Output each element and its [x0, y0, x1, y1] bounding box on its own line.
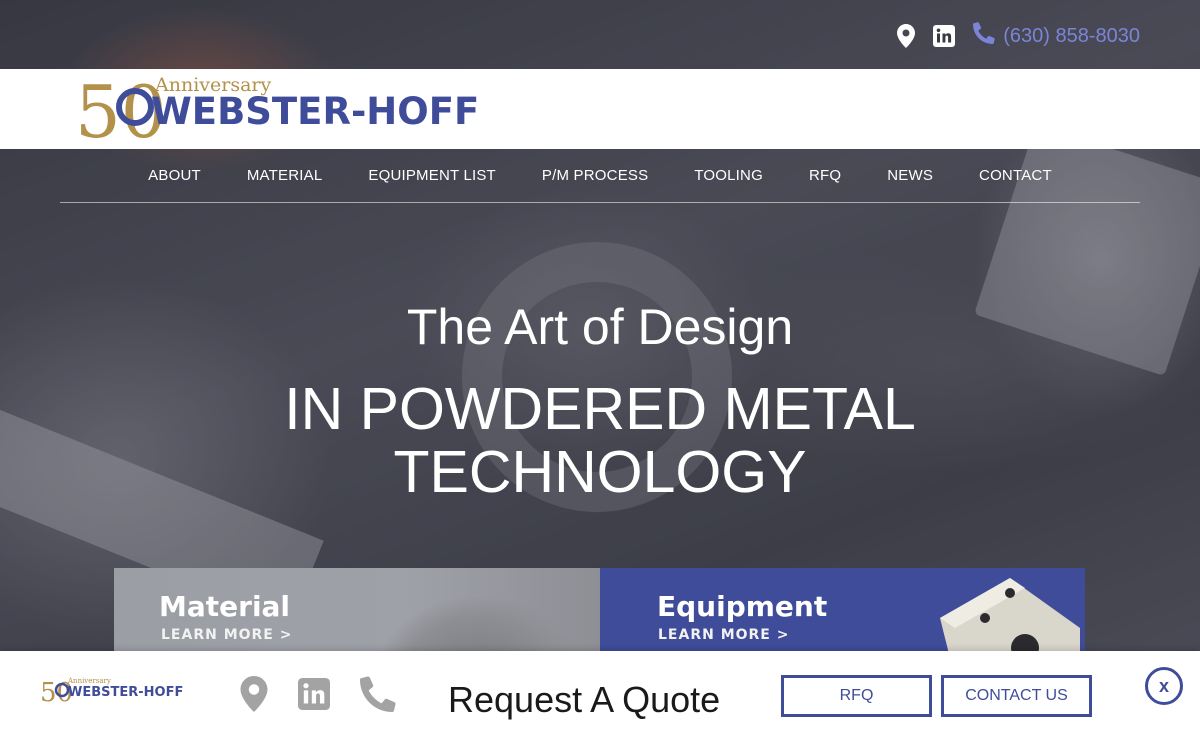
svg-text:Anniversary: Anniversary	[67, 677, 111, 685]
request-quote-text: Request A Quote	[448, 679, 721, 720]
nav-item-pm-process[interactable]: P/M PROCESS	[542, 167, 648, 184]
nav-item-rfq[interactable]: RFQ	[809, 167, 841, 184]
rfq-button[interactable]: RFQ	[781, 675, 932, 717]
close-icon[interactable]: x	[1145, 667, 1183, 705]
sticky-icons	[240, 676, 396, 717]
contact-us-button[interactable]: CONTACT US	[941, 675, 1092, 717]
phone-icon[interactable]	[360, 676, 396, 717]
nav-item-tooling[interactable]: TOOLING	[694, 167, 763, 184]
material-learn-more-link[interactable]: LEARN MORE >	[161, 627, 292, 643]
nav-item-news[interactable]: NEWS	[887, 167, 933, 184]
top-utility-bar: (630) 858-8030	[0, 0, 1200, 69]
linkedin-icon[interactable]	[298, 678, 330, 715]
sticky-webster-hoff-logo[interactable]: 50 Anniversary WEBSTER-HOFF	[40, 675, 185, 705]
material-card[interactable]: Material LEARN MORE >	[114, 568, 600, 658]
equipment-card[interactable]: Equipment LEARN MORE >	[600, 568, 1085, 658]
main-nav: ABOUT MATERIAL EQUIPMENT LIST P/M PROCES…	[60, 149, 1140, 203]
hero-subtitle-line2: TECHNOLOGY	[393, 439, 807, 505]
equipment-card-title: Equipment	[657, 590, 828, 623]
nav-item-material[interactable]: MATERIAL	[247, 167, 323, 184]
hero-subtitle: IN POWDERED METAL TECHNOLOGY	[0, 378, 1200, 504]
site-header: 50 Anniversary WEBSTER-HOFF	[0, 69, 1200, 149]
nav-item-about[interactable]: ABOUT	[148, 167, 201, 184]
svg-text:WEBSTER-HOFF: WEBSTER-HOFF	[68, 685, 183, 700]
nav-item-contact[interactable]: CONTACT	[979, 167, 1052, 184]
equipment-learn-more-link[interactable]: LEARN MORE >	[658, 627, 789, 643]
sticky-quote-bar: 50 Anniversary WEBSTER-HOFF Request A Qu…	[0, 651, 1200, 750]
phone-icon	[973, 22, 995, 50]
metal-part-image	[940, 578, 1080, 658]
map-pin-icon[interactable]	[240, 676, 268, 717]
phone-link[interactable]: (630) 858-8030	[973, 22, 1140, 50]
phone-number: (630) 858-8030	[1003, 24, 1140, 47]
material-card-title: Material	[159, 590, 291, 623]
svg-text:WEBSTER-HOFF: WEBSTER-HOFF	[151, 90, 479, 133]
hero-title: The Art of Design	[406, 299, 794, 355]
topbar-icons: (630) 858-8030	[897, 20, 1140, 52]
powder-pile-image	[340, 568, 600, 658]
nav-item-equipment-list[interactable]: EQUIPMENT LIST	[368, 167, 496, 184]
linkedin-icon[interactable]	[933, 25, 956, 47]
map-pin-icon[interactable]	[897, 24, 916, 48]
hero-subtitle-line1: IN POWDERED METAL	[284, 376, 916, 442]
webster-hoff-50th-logo[interactable]: 50 Anniversary WEBSTER-HOFF	[75, 69, 495, 147]
